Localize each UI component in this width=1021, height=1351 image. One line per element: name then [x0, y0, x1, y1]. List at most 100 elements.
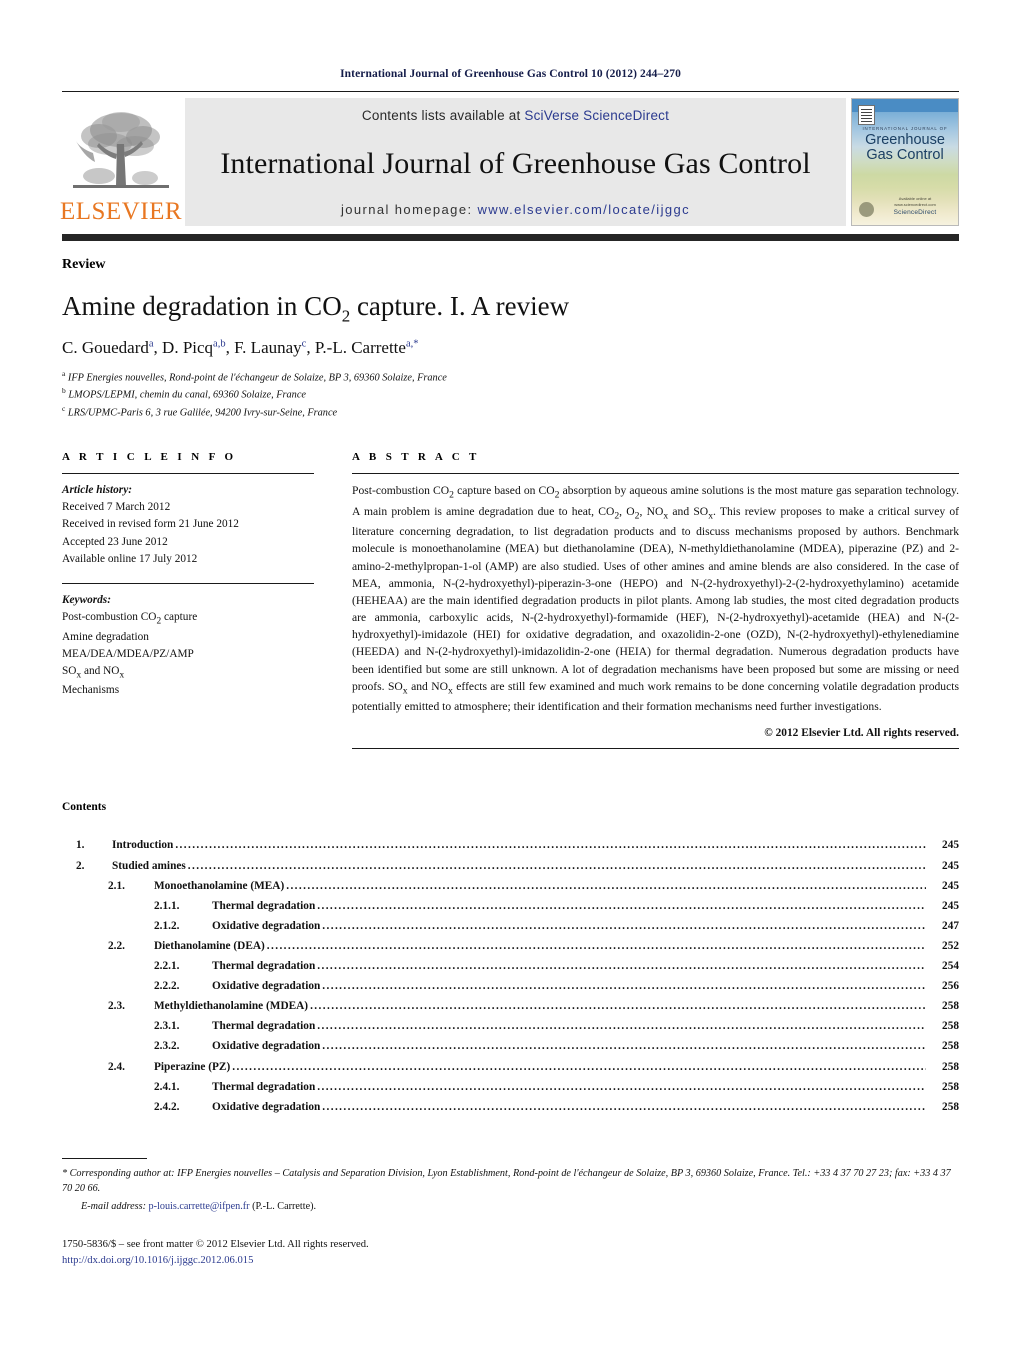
- toc-leader-dots: ........................................…: [317, 960, 926, 973]
- toc-entry-page: 254: [942, 960, 959, 973]
- toc-entry[interactable]: 2.1.1. Thermal degradation...............…: [62, 896, 959, 916]
- toc-entry-page: 258: [942, 1060, 959, 1073]
- toc-leader-dots: ........................................…: [322, 1100, 926, 1113]
- contents-prefix: Contents lists available at: [361, 108, 525, 123]
- toc-leader-dots: ........................................…: [310, 1000, 926, 1013]
- toc-entry-number: 2.2.2.: [154, 980, 180, 993]
- homepage-label: journal homepage:: [340, 202, 478, 217]
- article-history-label: Article history:: [62, 484, 132, 497]
- toc-entry-title: Monoethanolamine (MEA): [154, 879, 285, 892]
- toc-leader-dots: ........................................…: [317, 899, 926, 912]
- keyword-item: Mechanisms: [62, 684, 120, 697]
- email-link[interactable]: p-louis.carrette@ifpen.fr: [149, 1201, 250, 1212]
- paper-page: International Journal of Greenhouse Gas …: [0, 0, 1021, 1351]
- masthead-bottom-rule: [62, 234, 959, 241]
- keyword-item: SOx and NOx: [62, 664, 125, 681]
- title-text-2: capture. I. A review: [350, 291, 570, 322]
- toc-entry[interactable]: 2.3.1. Thermal degradation...............…: [62, 1016, 959, 1036]
- toc-leader-dots: ........................................…: [266, 939, 926, 952]
- toc-leader-dots: ........................................…: [322, 1040, 926, 1053]
- page-footnotes: * Corresponding author at: IFP Energies …: [62, 1158, 959, 1270]
- keyword-item: MEA/DEA/MDEA/PZ/AMP: [62, 647, 194, 660]
- sciencedirect-link[interactable]: SciVerse ScienceDirect: [524, 108, 669, 123]
- cover-journal-name: Greenhouse Gas Control: [852, 133, 958, 163]
- toc-entry-number: 2.1.2.: [154, 919, 180, 932]
- toc-entry[interactable]: 2. Studied amines........................…: [62, 856, 959, 876]
- toc-entry-page: 245: [942, 859, 959, 872]
- toc-entry-title: Oxidative degradation: [212, 1040, 321, 1053]
- toc-entry-title: Oxidative degradation: [212, 919, 321, 932]
- toc-entry[interactable]: 2.4.2. Oxidative degradation.............…: [62, 1097, 959, 1117]
- affiliation-mark: b: [62, 386, 66, 396]
- elsevier-wordmark: ELSEVIER: [59, 198, 183, 225]
- toc-entry-title: Thermal degradation: [212, 1020, 316, 1033]
- journal-title: International Journal of Greenhouse Gas …: [220, 147, 811, 180]
- toc-entry-page: 258: [942, 1040, 959, 1053]
- toc-leader-dots: ........................................…: [322, 980, 926, 993]
- toc-entry-page: 245: [942, 879, 959, 892]
- journal-masthead: ELSEVIER Contents lists available at Sci…: [59, 98, 959, 226]
- toc-leader-dots: ........................................…: [175, 839, 926, 852]
- title-subscript: 2: [341, 306, 351, 326]
- elsevier-logo: ELSEVIER: [59, 98, 183, 226]
- article-header: Review Amine degradation in CO2 capture.…: [62, 257, 959, 421]
- toc-entry[interactable]: 2.3. Methyldiethanolamine (MDEA).........…: [62, 996, 959, 1016]
- history-item: Received in revised form 21 June 2012: [62, 518, 239, 531]
- toc-entry-number: 1.: [76, 839, 85, 852]
- history-item: Received 7 March 2012: [62, 501, 171, 514]
- toc-entry-number: 2.3.: [108, 1000, 125, 1013]
- cover-footer: Available online at www.sciencedirect.co…: [878, 196, 952, 218]
- cover-eyebrow: INTERNATIONAL JOURNAL OF: [862, 126, 948, 131]
- cover-name-line2: Gas Control: [866, 146, 944, 163]
- abstract-bottom-rule: [352, 748, 959, 750]
- journal-cover-image: INTERNATIONAL JOURNAL OF Greenhouse Gas …: [851, 98, 959, 226]
- toc-leader-dots: ........................................…: [232, 1060, 926, 1073]
- article-history-block: Article history: Received 7 March 2012 R…: [62, 482, 314, 568]
- toc-entry[interactable]: 2.2.2. Oxidative degradation.............…: [62, 976, 959, 996]
- toc-entry[interactable]: 1. Introduction..........................…: [62, 835, 959, 855]
- doi-link[interactable]: http://dx.doi.org/10.1016/j.ijggc.2012.0…: [62, 1253, 959, 1269]
- author-list: C. Gouedarda, D. Picqa,b, F. Launayc, P.…: [62, 338, 419, 358]
- toc-entry-title: Thermal degradation: [212, 1080, 316, 1093]
- article-info-column: A R T I C L E I N F O Article history: R…: [62, 451, 314, 749]
- toc-entry[interactable]: 2.1.2. Oxidative degradation.............…: [62, 916, 959, 936]
- toc-entry-title: Oxidative degradation: [212, 1100, 321, 1113]
- table-of-contents: 1. Introduction..........................…: [62, 835, 959, 1116]
- affiliations: a IFP Energies nouvelles, Rond-point de …: [62, 369, 959, 421]
- toc-entry[interactable]: 2.4. Piperazine (PZ).....................…: [62, 1057, 959, 1077]
- affiliation-mark: a: [62, 369, 66, 379]
- toc-entry[interactable]: 2.4.1. Thermal degradation...............…: [62, 1077, 959, 1097]
- abstract-heading: A B S T R A C T: [352, 451, 480, 464]
- article-type: Review: [62, 257, 106, 272]
- toc-entry-number: 2.2.: [108, 939, 125, 952]
- keywords-label: Keywords:: [62, 593, 111, 606]
- toc-entry[interactable]: 2.3.2. Oxidative degradation.............…: [62, 1036, 959, 1056]
- toc-entry[interactable]: 2.2. Diethanolamine (DEA)................…: [62, 936, 959, 956]
- history-item: Accepted 23 June 2012: [62, 535, 168, 548]
- toc-entry-page: 245: [942, 899, 959, 912]
- title-text-1: Amine degradation in CO: [62, 291, 342, 322]
- homepage-url-link[interactable]: www.elsevier.com/locate/ijggc: [477, 202, 690, 217]
- toc-entry-title: Introduction: [112, 839, 174, 852]
- issn-line: 1750-5836/$ – see front matter © 2012 El…: [62, 1238, 369, 1250]
- history-item: Available online 17 July 2012: [62, 552, 198, 565]
- toc-entry-title: Thermal degradation: [212, 899, 316, 912]
- toc-leader-dots: ........................................…: [317, 1080, 926, 1093]
- cover-publisher-logo: [859, 202, 874, 217]
- journal-homepage-line: journal homepage: www.elsevier.com/locat…: [341, 202, 690, 217]
- toc-leader-dots: ........................................…: [317, 1020, 926, 1033]
- toc-entry-number: 2.1.1.: [154, 899, 180, 912]
- contents-heading: Contents: [62, 801, 107, 814]
- toc-entry-number: 2.1.: [108, 879, 125, 892]
- toc-entry[interactable]: 2.1. Monoethanolamine (MEA)..............…: [62, 876, 959, 896]
- contents-section: Contents 1. Introduction.................…: [62, 801, 959, 1116]
- abstract-column: A B S T R A C T Post-combustion CO2 capt…: [352, 451, 959, 750]
- toc-entry-number: 2.4.: [108, 1060, 125, 1073]
- toc-entry-title: Oxidative degradation: [212, 980, 321, 993]
- toc-entry[interactable]: 2.2.1. Thermal degradation...............…: [62, 956, 959, 976]
- toc-entry-number: 2.: [76, 859, 85, 872]
- running-head: International Journal of Greenhouse Gas …: [340, 68, 681, 80]
- cover-footer-note: Available online at www.sciencedirect.co…: [894, 196, 936, 208]
- toc-leader-dots: ........................................…: [187, 859, 926, 872]
- affiliation-item: c LRS/UPMC-Paris 6, 3 rue Galilée, 94200…: [62, 404, 959, 421]
